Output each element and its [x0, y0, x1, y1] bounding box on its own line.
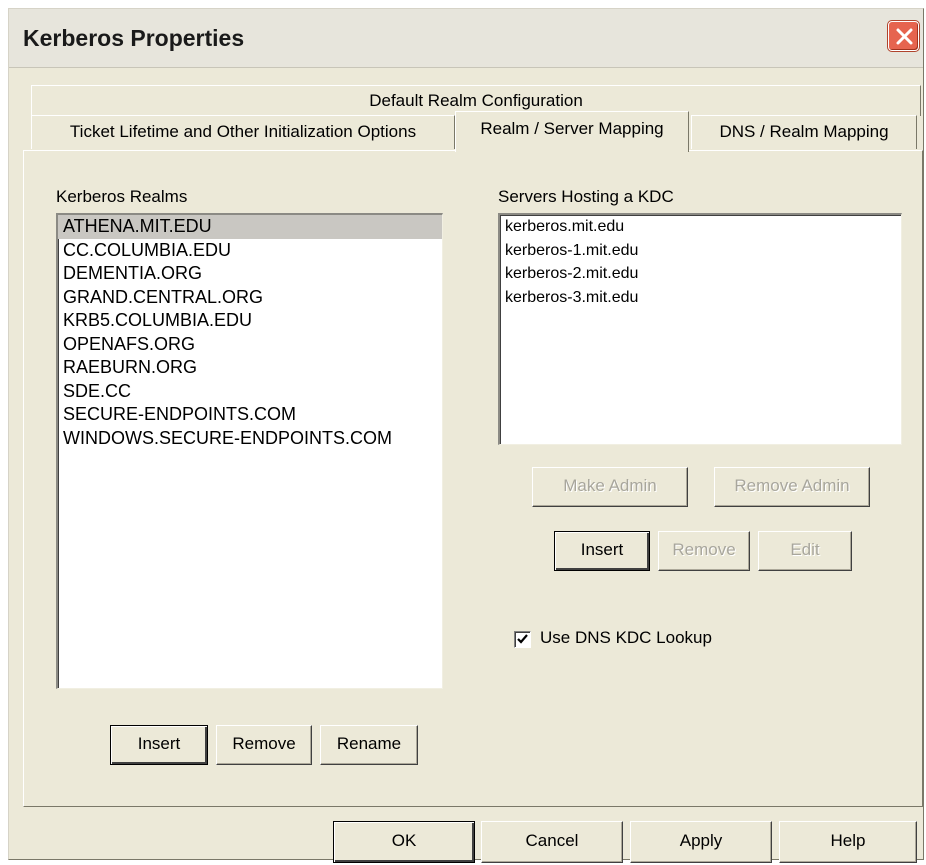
tab-label: Realm / Server Mapping — [480, 119, 664, 138]
list-item[interactable]: SECURE-ENDPOINTS.COM — [58, 403, 442, 427]
kdc-insert-button[interactable]: Insert — [554, 531, 650, 571]
ok-button[interactable]: OK — [333, 821, 475, 863]
close-icon — [896, 28, 913, 45]
list-item[interactable]: CC.COLUMBIA.EDU — [58, 239, 442, 263]
help-button[interactable]: Help — [779, 821, 917, 863]
list-item[interactable]: OPENAFS.ORG — [58, 333, 442, 357]
close-button[interactable] — [888, 21, 919, 51]
tab-label: DNS / Realm Mapping — [719, 122, 889, 141]
kdc-listbox[interactable]: kerberos.mit.edu kerberos-1.mit.edu kerb… — [498, 213, 902, 445]
kdc-label: Servers Hosting a KDC — [498, 187, 674, 206]
make-admin-button[interactable]: Make Admin — [532, 467, 688, 507]
realm-remove-button[interactable]: Remove — [216, 725, 312, 765]
tab-realm-server-mapping[interactable]: Realm / Server Mapping — [455, 111, 689, 152]
realms-label: Kerberos Realms — [56, 187, 188, 206]
tab-label: Ticket Lifetime and Other Initialization… — [69, 122, 417, 141]
list-item[interactable]: RAEBURN.ORG — [58, 356, 442, 380]
dns-kdc-lookup-label[interactable]: Use DNS KDC Lookup — [540, 628, 712, 648]
list-item[interactable]: kerberos-3.mit.edu — [500, 286, 901, 310]
checkmark-icon — [517, 634, 528, 644]
tab-label: Default Realm Configuration — [369, 91, 583, 110]
realm-insert-button[interactable]: Insert — [110, 725, 208, 765]
apply-button[interactable]: Apply — [630, 821, 772, 863]
kdc-remove-button[interactable]: Remove — [658, 531, 750, 571]
title-bar[interactable]: Kerberos Properties — [9, 9, 923, 68]
list-item[interactable]: kerberos-1.mit.edu — [500, 239, 901, 263]
cancel-button[interactable]: Cancel — [481, 821, 623, 863]
realms-listbox[interactable]: ATHENA.MIT.EDU CC.COLUMBIA.EDU DEMENTIA.… — [56, 213, 443, 689]
kerberos-properties-dialog: Kerberos Properties Default Realm Config… — [8, 8, 924, 863]
list-item[interactable]: kerberos.mit.edu — [500, 215, 901, 239]
list-item[interactable]: SDE.CC — [58, 380, 442, 404]
kdc-edit-button[interactable]: Edit — [758, 531, 852, 571]
tab-ticket-lifetime[interactable]: Ticket Lifetime and Other Initialization… — [31, 115, 455, 149]
list-item[interactable]: kerberos-2.mit.edu — [500, 262, 901, 286]
list-item[interactable]: ATHENA.MIT.EDU — [58, 215, 442, 239]
dns-kdc-lookup-checkbox[interactable] — [514, 631, 531, 648]
tab-panel: Kerberos Realms ATHENA.MIT.EDU CC.COLUMB… — [23, 150, 923, 807]
list-item[interactable]: KRB5.COLUMBIA.EDU — [58, 309, 442, 333]
window-title: Kerberos Properties — [23, 25, 245, 51]
tab-dns-realm-mapping[interactable]: DNS / Realm Mapping — [691, 115, 917, 149]
remove-admin-button[interactable]: Remove Admin — [714, 467, 870, 507]
list-item[interactable]: DEMENTIA.ORG — [58, 262, 442, 286]
realm-rename-button[interactable]: Rename — [320, 725, 418, 765]
list-item[interactable]: GRAND.CENTRAL.ORG — [58, 286, 442, 310]
list-item[interactable]: WINDOWS.SECURE-ENDPOINTS.COM — [58, 427, 442, 451]
